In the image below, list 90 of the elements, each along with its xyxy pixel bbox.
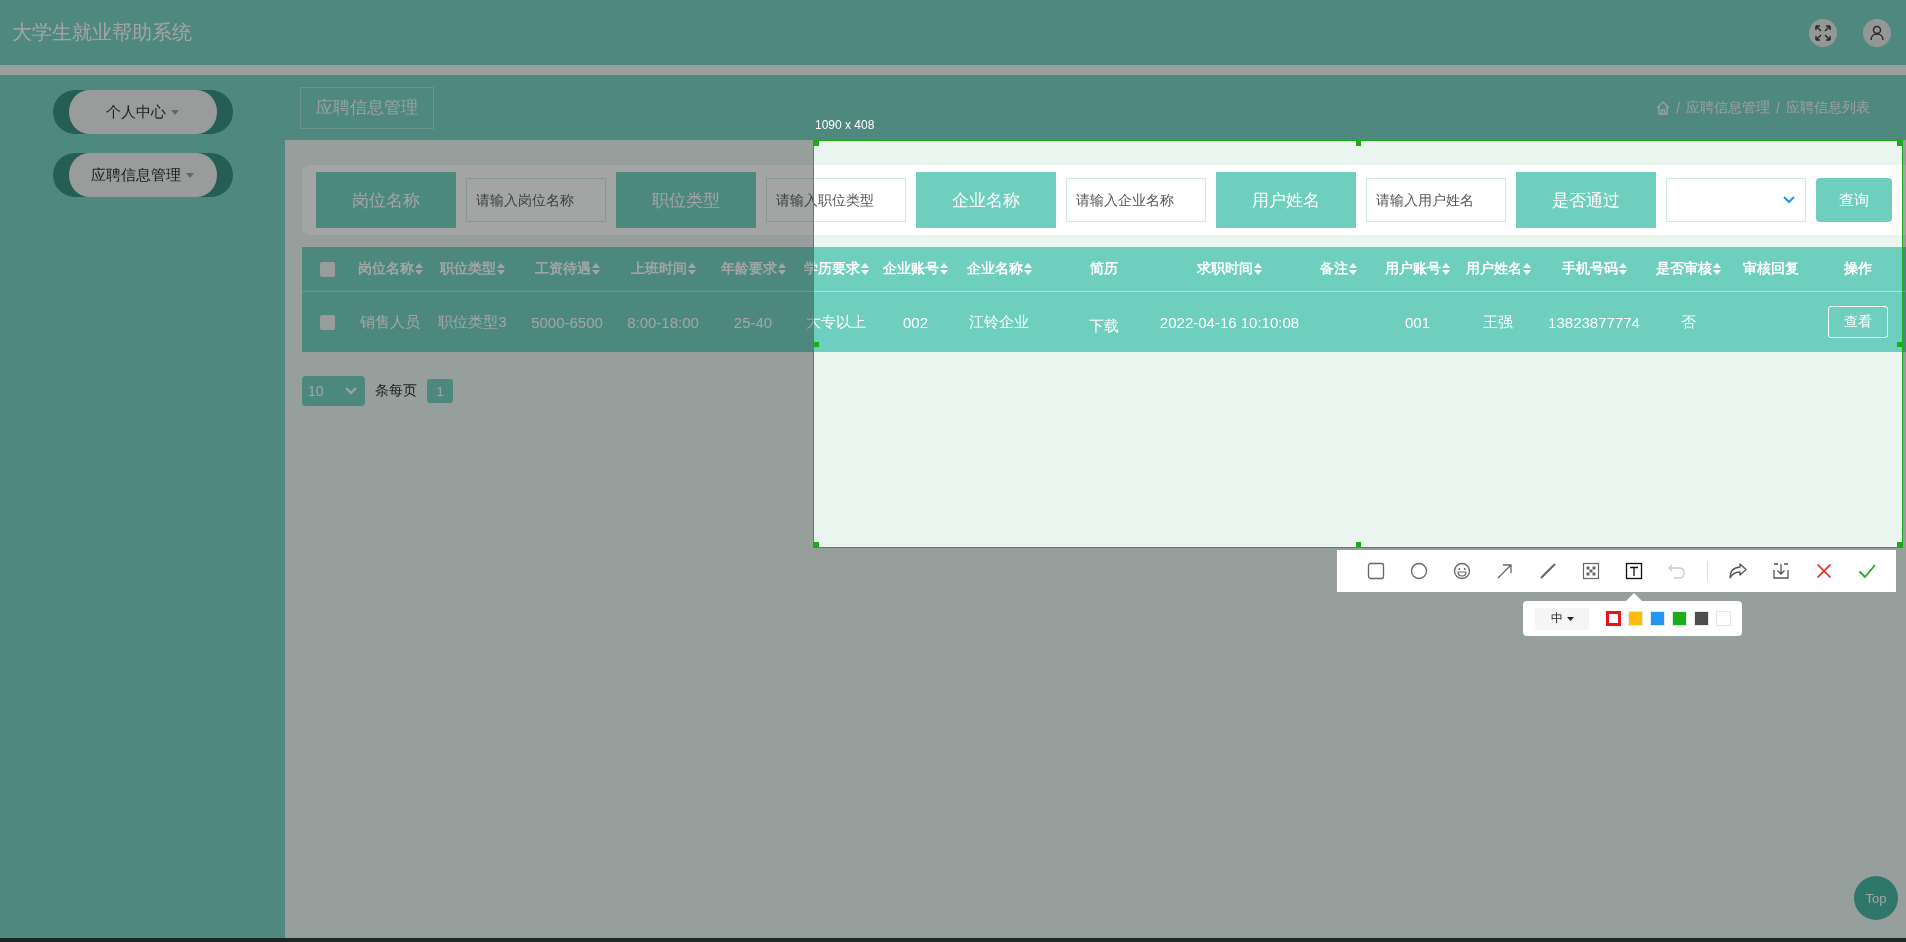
column-header[interactable]: 企业账号 (883, 260, 939, 278)
page-tab[interactable]: 应聘信息管理 (300, 86, 434, 129)
chevron-down-icon (1783, 196, 1795, 204)
field-label: 岗位名称 (316, 172, 456, 228)
table-cell: 13823877774 (1548, 313, 1640, 331)
table-cell: 销售人员 (360, 312, 420, 332)
column-header[interactable]: 职位类型 (440, 260, 496, 278)
smiley-icon (1452, 561, 1472, 581)
arrow-icon (1495, 561, 1515, 581)
user-button[interactable] (1863, 18, 1891, 47)
column-header[interactable]: 岗位名称 (357, 260, 414, 278)
forward-arrow-icon (1728, 561, 1748, 581)
search-button[interactable]: 查询 (1816, 178, 1892, 222)
input-field[interactable]: 请输入岗位名称 (466, 178, 606, 222)
download-icon (1771, 561, 1791, 581)
caret-icon (171, 109, 179, 115)
sort-icon[interactable] (1023, 263, 1032, 275)
column-header[interactable]: 手机号码 (1561, 260, 1618, 278)
mosaic-icon (1581, 561, 1601, 581)
sort-icon[interactable] (777, 263, 786, 275)
caret-icon (186, 172, 194, 178)
table-cell: 001 (1405, 313, 1430, 331)
selection-size-label: 1090 x 408 (815, 118, 875, 132)
sort-icon[interactable] (687, 263, 696, 275)
checkbox[interactable] (320, 261, 335, 277)
field-label: 是否通过 (1516, 172, 1656, 228)
select-field[interactable] (1666, 178, 1806, 222)
user-icon (1869, 24, 1885, 41)
column-header[interactable]: 上班时间 (630, 260, 687, 278)
table-cell: 25-40 (733, 313, 773, 331)
sort-icon[interactable] (940, 263, 948, 275)
field-label: 企业名称 (916, 172, 1056, 228)
chevron-down-icon (345, 387, 357, 395)
field-label: 用户姓名 (1216, 172, 1356, 228)
per-page-label: 条每页 (375, 382, 417, 400)
circle-icon (1409, 561, 1429, 581)
sort-icon[interactable] (1254, 263, 1262, 275)
table-cell: 002 (903, 313, 928, 331)
column-header[interactable]: 用户账号 (1385, 260, 1441, 278)
pen-icon (1538, 561, 1558, 581)
input-field[interactable]: 请输入企业名称 (1066, 178, 1206, 222)
field-label: 职位类型 (616, 172, 756, 228)
sidebar-menu-item[interactable]: 个人中心 (52, 90, 233, 134)
sort-icon[interactable] (1442, 263, 1450, 275)
text-icon (1624, 561, 1644, 581)
column-header: 简历 (1090, 260, 1118, 278)
checkbox[interactable] (320, 314, 335, 330)
page-size-select[interactable]: 10 (302, 376, 365, 406)
view-button[interactable]: 查看 (1828, 306, 1888, 338)
table-cell: 江铃企业 (969, 312, 1029, 332)
download-link[interactable]: 下载 (1089, 316, 1119, 336)
column-header[interactable]: 求职时间 (1197, 260, 1253, 278)
input-field[interactable]: 请输入用户姓名 (1366, 178, 1506, 222)
sidebar-menu-item[interactable]: 应聘信息管理 (52, 153, 233, 197)
app-title: 大学生就业帮助系统 (12, 20, 192, 45)
column-header[interactable]: 是否审核 (1656, 260, 1712, 278)
table-cell: 职位类型3 (438, 312, 507, 332)
breadcrumb-link[interactable]: 应聘信息列表 (1786, 98, 1870, 117)
column-header[interactable]: 年龄要求 (720, 260, 777, 278)
sort-icon[interactable] (497, 263, 505, 275)
sort-icon[interactable] (1522, 263, 1531, 275)
sort-icon[interactable] (591, 263, 600, 275)
home-icon[interactable] (1656, 100, 1671, 115)
column-header[interactable]: 备注 (1319, 260, 1348, 278)
table-cell: 2022-04-16 10:10:08 (1159, 313, 1300, 331)
table-cell: 王强 (1483, 312, 1513, 332)
column-header: 操作 (1844, 260, 1872, 278)
rectangle-icon (1366, 561, 1386, 581)
sort-icon[interactable] (1713, 263, 1721, 275)
breadcrumb-link[interactable]: 应聘信息管理 (1686, 98, 1771, 117)
caret-icon (1566, 616, 1574, 621)
table-cell: 5000-6500 (531, 313, 603, 331)
sort-icon[interactable] (414, 263, 423, 275)
text-size-dropdown[interactable]: 中 (1535, 607, 1589, 630)
fullscreen-icon (1815, 24, 1831, 41)
fullscreen-button[interactable] (1809, 18, 1837, 47)
column-header: 审核回复 (1743, 260, 1799, 278)
column-header[interactable]: 用户姓名 (1465, 260, 1522, 278)
sort-icon[interactable] (1348, 263, 1357, 275)
breadcrumb-separator: / (1776, 99, 1780, 116)
color-swatch[interactable] (1606, 611, 1621, 626)
column-header[interactable]: 企业名称 (966, 260, 1023, 278)
close-icon (1814, 561, 1834, 581)
column-header[interactable]: 工资待遇 (534, 260, 591, 278)
breadcrumb-separator: / (1676, 99, 1681, 116)
table-cell: 否 (1681, 312, 1696, 332)
table-cell: 8:00-18:00 (627, 313, 699, 331)
page-button[interactable]: 1 (427, 379, 453, 403)
sort-icon[interactable] (860, 263, 869, 275)
sort-icon[interactable] (1618, 263, 1627, 275)
